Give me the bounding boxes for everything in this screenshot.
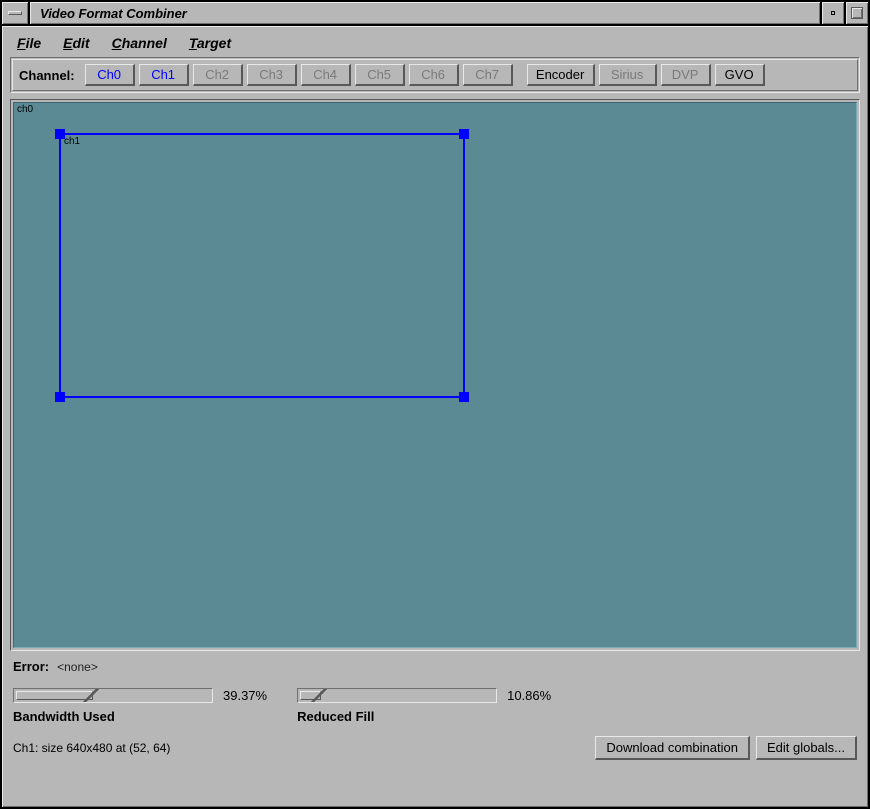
sirius-button[interactable]: Sirius — [599, 64, 657, 86]
status-area: Error: <none> Bandwidth Used 39.37% — [13, 659, 857, 764]
channel-button-ch3[interactable]: Ch3 — [247, 64, 297, 86]
handle-se[interactable] — [459, 392, 469, 402]
reduced-pct: 10.86% — [507, 688, 551, 703]
maximize-icon — [851, 7, 863, 19]
menu-file[interactable]: File — [17, 35, 41, 51]
menubar: File Edit Channel Target — [7, 31, 863, 57]
error-value: <none> — [57, 660, 98, 674]
edit-globals-button[interactable]: Edit globals... — [756, 736, 857, 760]
window-title: Video Format Combiner — [30, 2, 820, 24]
channel-button-ch1[interactable]: Ch1 — [139, 64, 189, 86]
download-combination-button[interactable]: Download combination — [595, 736, 750, 760]
bandwidth-meter — [13, 688, 213, 703]
dvp-button[interactable]: DVP — [661, 64, 711, 86]
bandwidth-label: Bandwidth Used — [13, 709, 213, 724]
handle-ne[interactable] — [459, 129, 469, 139]
menu-channel[interactable]: Channel — [112, 35, 167, 51]
channel-toolbar: Channel: Ch0 Ch1 Ch2 Ch3 Ch4 Ch5 Ch6 Ch7… — [12, 59, 858, 91]
reduced-slash-icon — [310, 689, 328, 702]
error-label: Error: — [13, 659, 49, 674]
canvas[interactable]: ch0 ch1 — [13, 102, 857, 648]
titlebar: Video Format Combiner — [2, 2, 868, 26]
ch1-rect[interactable]: ch1 — [59, 133, 465, 398]
action-buttons: Download combination Edit globals... — [595, 736, 857, 760]
bottom-row: Ch1: size 640x480 at (52, 64) Download c… — [13, 736, 857, 764]
channel-button-ch0[interactable]: Ch0 — [85, 64, 135, 86]
gvo-button[interactable]: GVO — [715, 64, 765, 86]
error-row: Error: <none> — [13, 659, 857, 674]
maximize-button[interactable] — [844, 2, 868, 24]
meters-row: Bandwidth Used 39.37% Reduced Fill 10.86… — [13, 688, 857, 724]
channel-button-ch4[interactable]: Ch4 — [301, 64, 351, 86]
minimize-icon — [831, 11, 835, 15]
bandwidth-pct: 39.37% — [223, 688, 267, 703]
channel-label: Channel: — [19, 68, 75, 83]
app-window: Video Format Combiner File Edit Channel … — [0, 0, 870, 809]
bandwidth-slash-icon — [82, 689, 100, 702]
channel-button-ch5[interactable]: Ch5 — [355, 64, 405, 86]
reduced-label: Reduced Fill — [297, 709, 497, 724]
ch0-label: ch0 — [17, 104, 33, 115]
handle-nw[interactable] — [55, 129, 65, 139]
bandwidth-block: Bandwidth Used 39.37% — [13, 688, 267, 724]
ch1-label: ch1 — [64, 136, 80, 147]
channel-button-ch2[interactable]: Ch2 — [193, 64, 243, 86]
handle-sw[interactable] — [55, 392, 65, 402]
dash-icon — [8, 11, 22, 15]
channel-button-ch6[interactable]: Ch6 — [409, 64, 459, 86]
minimize-button[interactable] — [820, 2, 844, 24]
toolbar-frame: Channel: Ch0 Ch1 Ch2 Ch3 Ch4 Ch5 Ch6 Ch7… — [10, 57, 860, 93]
menu-target[interactable]: Target — [189, 35, 231, 51]
menu-edit[interactable]: Edit — [63, 35, 89, 51]
client-area: File Edit Channel Target Channel: Ch0 Ch… — [2, 26, 868, 807]
system-menu-button[interactable] — [2, 2, 30, 24]
encoder-button[interactable]: Encoder — [527, 64, 595, 86]
channel-button-ch7[interactable]: Ch7 — [463, 64, 513, 86]
canvas-frame: ch0 ch1 — [10, 99, 860, 651]
status-info: Ch1: size 640x480 at (52, 64) — [13, 741, 170, 755]
reduced-meter — [297, 688, 497, 703]
reduced-block: Reduced Fill 10.86% — [297, 688, 551, 724]
